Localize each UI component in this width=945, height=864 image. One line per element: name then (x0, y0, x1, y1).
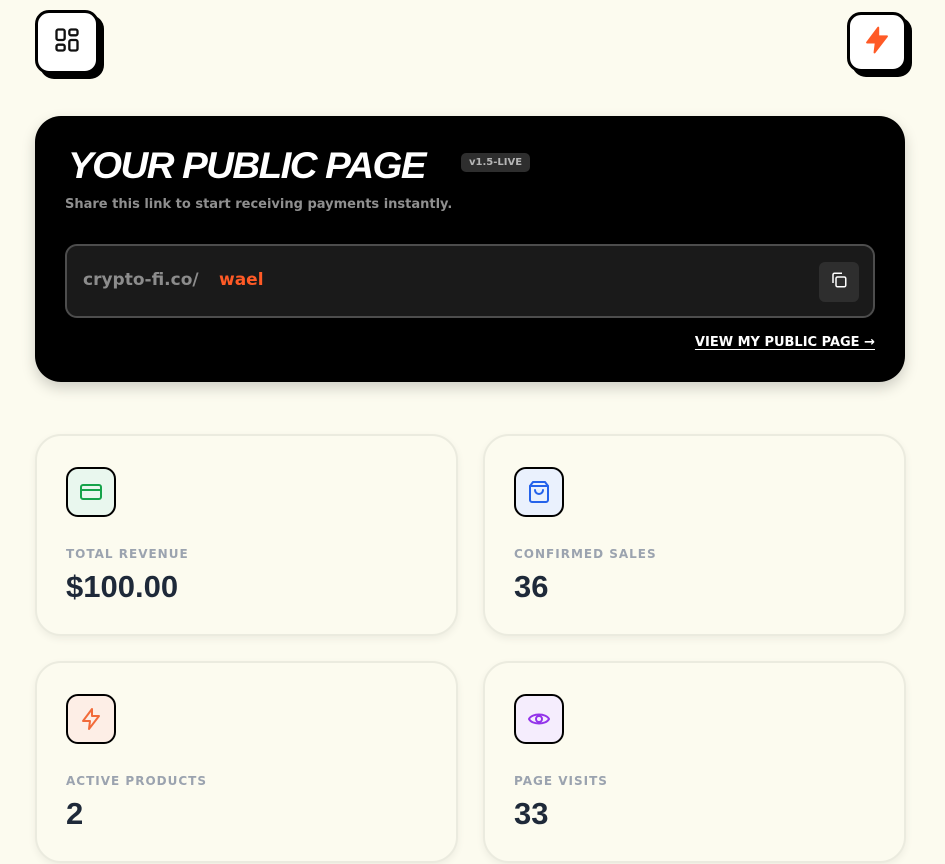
link-prefix: crypto-fi.co/ (83, 270, 199, 290)
stat-value: 36 (514, 569, 549, 604)
copy-link-button[interactable] (819, 262, 859, 302)
stat-value: 2 (66, 796, 84, 831)
hero-subtitle: Share this link to start receiving payme… (65, 197, 453, 212)
bolt-icon (862, 25, 892, 60)
view-public-page-link[interactable]: VIEW MY PUBLIC PAGE → (695, 335, 875, 350)
bolt-icon (66, 694, 116, 744)
public-page-card: YOUR PUBLIC PAGE v1.5-LIVE Share this li… (35, 116, 905, 382)
stat-label: ACTIVE PRODUCTS (66, 774, 207, 788)
stat-label: CONFIRMED SALES (514, 547, 657, 561)
version-badge: v1.5-LIVE (461, 153, 531, 172)
hero-title: YOUR PUBLIC PAGE (68, 145, 427, 186)
eye-icon (514, 694, 564, 744)
quick-action-button[interactable] (847, 12, 907, 72)
stat-card-confirmed-sales: CONFIRMED SALES 36 (483, 434, 906, 636)
menu-button[interactable] (35, 10, 99, 74)
link-username: wael (219, 270, 264, 290)
grid-icon (53, 26, 81, 59)
stat-card-active-products: ACTIVE PRODUCTS 2 (35, 661, 458, 863)
credit-card-icon (66, 467, 116, 517)
shopping-bag-icon (514, 467, 564, 517)
stat-label: TOTAL REVENUE (66, 547, 189, 561)
stat-label: PAGE VISITS (514, 774, 608, 788)
public-link-field[interactable]: crypto-fi.co/ wael (65, 244, 875, 318)
copy-icon (830, 271, 848, 294)
stat-card-page-visits: PAGE VISITS 33 (483, 661, 906, 863)
stat-value: 33 (514, 796, 549, 831)
stat-value: $100.00 (66, 569, 179, 604)
stat-card-total-revenue: TOTAL REVENUE $100.00 (35, 434, 458, 636)
